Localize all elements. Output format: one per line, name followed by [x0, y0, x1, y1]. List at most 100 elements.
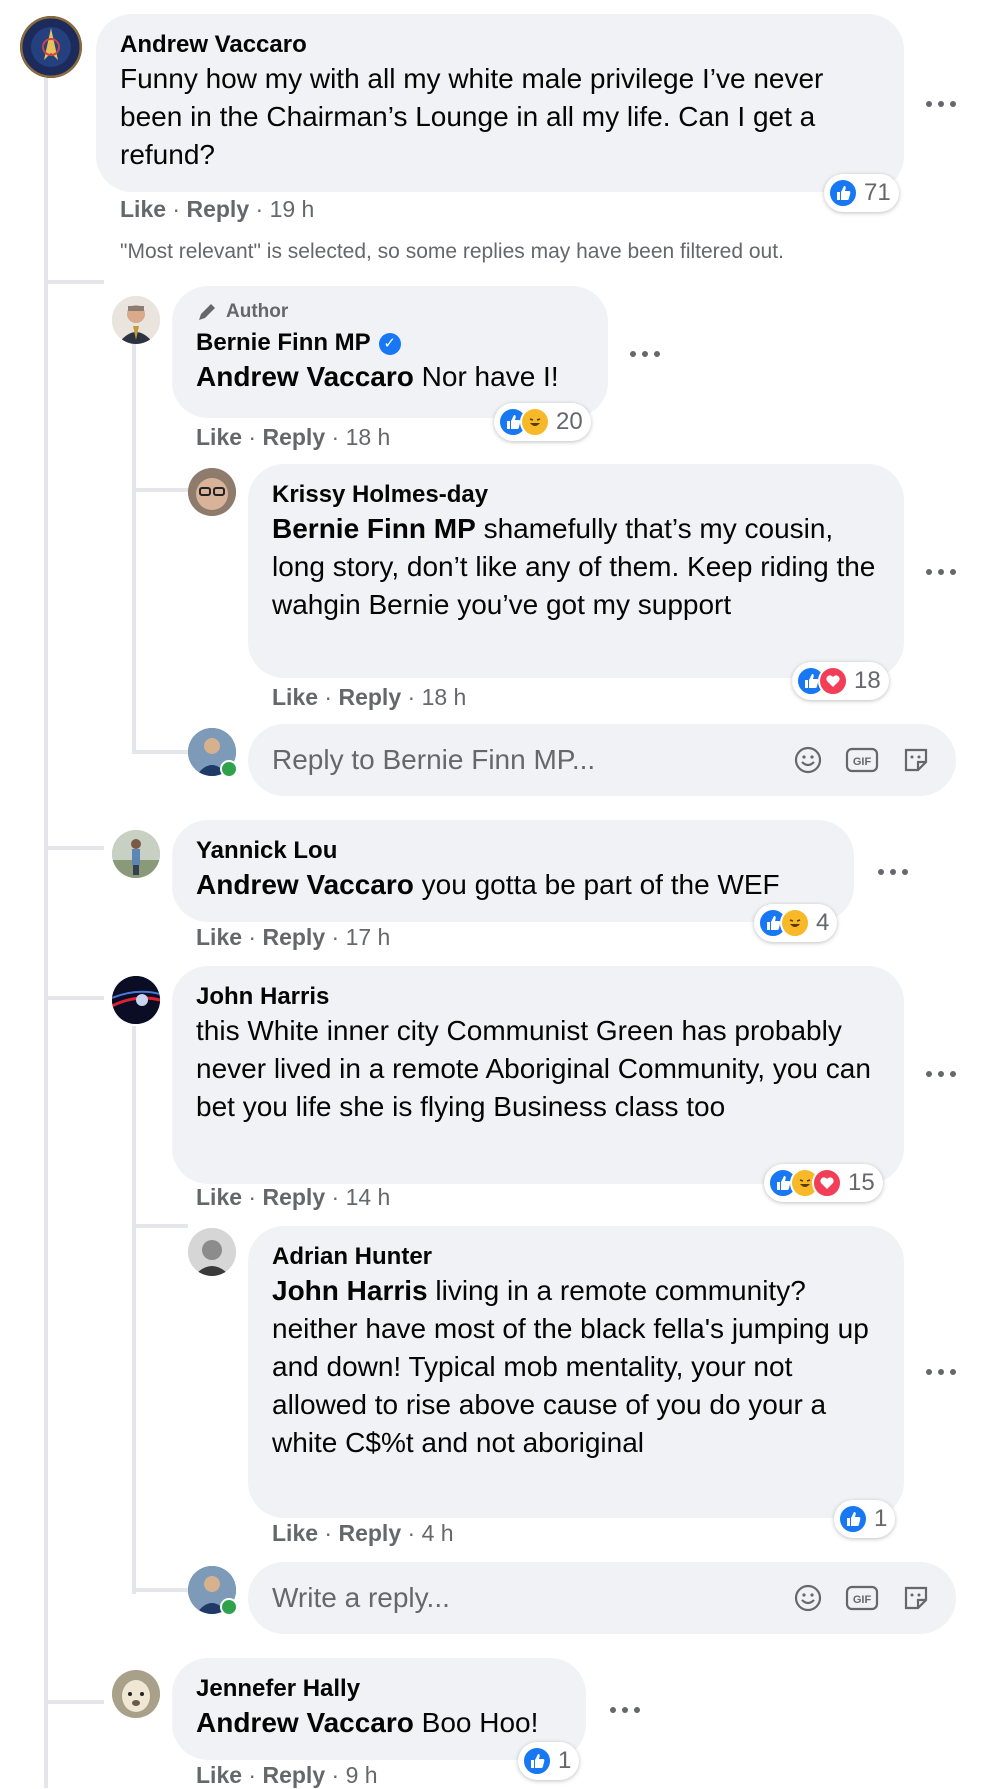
commenter-name[interactable]: Andrew Vaccaro	[120, 30, 880, 60]
timestamp[interactable]: 17 h	[346, 924, 391, 950]
comment-text: this White inner city Communist Green ha…	[196, 1015, 871, 1122]
reply-button[interactable]: Reply	[186, 196, 249, 222]
reply-input[interactable]: Write a reply... GIF	[248, 1562, 956, 1634]
mention-link[interactable]: John Harris	[272, 1275, 428, 1306]
alpaca-photo-icon	[112, 1670, 160, 1718]
thread-branch	[44, 846, 104, 850]
haha-reaction-icon	[520, 407, 550, 437]
like-button[interactable]: Like	[196, 1184, 242, 1210]
reaction-summary[interactable]: 1	[518, 1742, 580, 1780]
reaction-summary[interactable]: 4	[754, 904, 838, 942]
reaction-summary[interactable]: 20	[494, 403, 591, 441]
separator: ·	[255, 196, 270, 222]
mention-link[interactable]: Bernie Finn MP	[272, 513, 476, 544]
abstract-photo-icon	[112, 976, 160, 1024]
reply-input-placeholder[interactable]: Write a reply...	[272, 1582, 792, 1614]
more-options-button[interactable]	[926, 98, 958, 110]
avatar[interactable]	[188, 1228, 236, 1276]
more-options-button[interactable]	[926, 566, 958, 578]
commenter-name[interactable]: Adrian Hunter	[272, 1242, 880, 1272]
more-options-button[interactable]	[926, 1068, 958, 1080]
thread-branch	[44, 1700, 104, 1704]
thread-branch	[132, 750, 188, 754]
reaction-count: 20	[556, 408, 583, 435]
commenter-name[interactable]: John Harris	[196, 982, 880, 1012]
sticker-icon[interactable]	[900, 1582, 932, 1614]
commenter-name[interactable]: Yannick Lou	[196, 836, 830, 866]
separator: ·	[324, 1520, 339, 1546]
avatar[interactable]	[112, 296, 160, 344]
like-reaction-icon	[838, 1504, 868, 1534]
mention-link[interactable]: Andrew Vaccaro	[196, 1707, 414, 1738]
timestamp[interactable]: 18 h	[422, 684, 467, 710]
verified-badge-icon: ✓	[378, 333, 401, 355]
reply-button[interactable]: Reply	[338, 684, 401, 710]
thread-branch	[44, 996, 104, 1000]
separator: ·	[407, 1520, 422, 1546]
sticker-icon[interactable]	[900, 744, 932, 776]
reaction-summary[interactable]: 18	[792, 662, 889, 700]
more-options-button[interactable]	[878, 866, 910, 878]
like-button[interactable]: Like	[196, 1762, 242, 1788]
commenter-name[interactable]: Jennefer Hally	[196, 1674, 562, 1704]
mention-link[interactable]: Andrew Vaccaro	[196, 869, 414, 900]
avatar[interactable]	[112, 976, 160, 1024]
separator: ·	[324, 684, 339, 710]
separator: ·	[248, 924, 263, 950]
reply-input-placeholder[interactable]: Reply to Bernie Finn MP...	[272, 744, 792, 776]
timestamp[interactable]: 9 h	[346, 1762, 378, 1788]
like-reaction-icon	[828, 178, 858, 208]
reaction-count: 15	[848, 1169, 875, 1196]
comment-actions: Like · Reply · 4 h	[272, 1520, 454, 1547]
reaction-summary[interactable]: 71	[824, 174, 899, 212]
timestamp[interactable]: 19 h	[270, 196, 315, 222]
like-button[interactable]: Like	[120, 196, 166, 222]
comment-actions: Like · Reply · 18 h	[272, 684, 466, 711]
reply-input[interactable]: Reply to Bernie Finn MP... GIF	[248, 724, 956, 796]
avatar[interactable]	[112, 1670, 160, 1718]
separator: ·	[248, 1184, 263, 1210]
reply-button[interactable]: Reply	[338, 1520, 401, 1546]
gif-icon[interactable]: GIF	[844, 1582, 880, 1614]
online-status-icon	[220, 1598, 238, 1616]
more-options-button[interactable]	[926, 1366, 958, 1378]
more-options-button[interactable]	[630, 348, 662, 360]
mention-link[interactable]: Andrew Vaccaro	[196, 361, 414, 392]
timestamp[interactable]: 4 h	[422, 1520, 454, 1546]
like-button[interactable]: Like	[272, 684, 318, 710]
thread-branch	[132, 1588, 188, 1592]
reaction-summary[interactable]: 1	[834, 1500, 896, 1538]
thread-line	[132, 332, 136, 752]
comment-actions: Like · Reply · 19 h	[120, 196, 314, 223]
commenter-name[interactable]: Krissy Holmes-day	[272, 480, 880, 510]
avatar[interactable]	[20, 16, 82, 78]
reply-button[interactable]: Reply	[262, 924, 325, 950]
comment-bubble: Andrew Vaccaro Funny how my with all my …	[96, 14, 904, 192]
thread-branch	[132, 1224, 188, 1228]
reaction-summary[interactable]: 15	[764, 1164, 883, 1202]
reply-button[interactable]: Reply	[262, 424, 325, 450]
like-button[interactable]: Like	[196, 924, 242, 950]
like-button[interactable]: Like	[272, 1520, 318, 1546]
filter-note: "Most relevant" is selected, so some rep…	[120, 240, 784, 263]
comment-bubble: Yannick Lou Andrew Vaccaro you gotta be …	[172, 820, 854, 922]
timestamp[interactable]: 14 h	[346, 1184, 391, 1210]
emoji-icon[interactable]	[792, 1582, 824, 1614]
avatar[interactable]	[188, 468, 236, 516]
reply-button[interactable]: Reply	[262, 1184, 325, 1210]
haha-reaction-icon	[780, 908, 810, 938]
avatar[interactable]	[112, 830, 160, 878]
reply-button[interactable]: Reply	[262, 1762, 325, 1788]
pencil-icon	[199, 304, 215, 320]
separator: ·	[248, 424, 263, 450]
commenter-name[interactable]: Bernie Finn MP	[196, 329, 371, 356]
person-photo-icon	[112, 296, 160, 344]
timestamp[interactable]: 18 h	[346, 424, 391, 450]
person-photo-icon	[188, 468, 236, 516]
gif-icon[interactable]: GIF	[844, 744, 880, 776]
emoji-icon[interactable]	[792, 744, 824, 776]
like-button[interactable]: Like	[196, 424, 242, 450]
separator: ·	[172, 196, 187, 222]
more-options-button[interactable]	[610, 1704, 642, 1716]
love-reaction-icon	[812, 1168, 842, 1198]
